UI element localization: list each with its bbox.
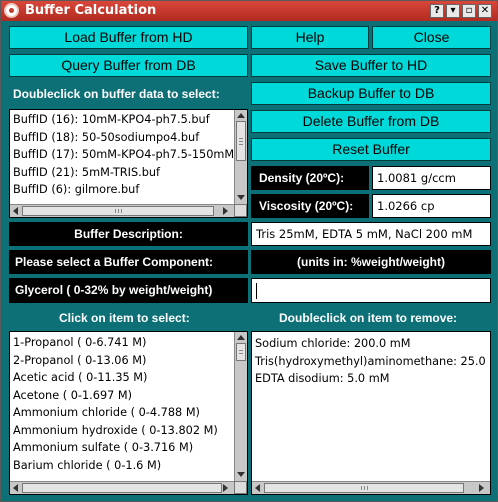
scroll-thumb-horizontal[interactable] — [264, 483, 464, 493]
component-amount-input[interactable] — [251, 278, 491, 303]
scroll-right-icon[interactable] — [479, 484, 484, 492]
buffer-list-item[interactable]: BuffID (17): 50mM-KPO4-ph7.5-150mM — [10, 146, 247, 164]
maximize-icon[interactable]: ▫ — [462, 4, 476, 18]
text-cursor — [256, 282, 257, 299]
buffer-description-field[interactable]: Tris 25mM, EDTA 5 mM, NaCl 200 mM — [251, 222, 491, 246]
scroll-thumb-horizontal[interactable] — [22, 483, 222, 493]
scroll-right-icon[interactable] — [223, 207, 228, 215]
remove-list-horizontal-scrollbar[interactable] — [252, 481, 490, 494]
app-icon — [4, 3, 19, 18]
buffer-list[interactable]: BuffID (16): 10mM-KPO4-ph7.5.buf BuffID (… — [9, 109, 248, 218]
scroll-left-icon[interactable] — [13, 484, 18, 492]
scroll-right-icon[interactable] — [223, 484, 228, 492]
buffer-list-item[interactable]: BuffID (21): 5mM-TRIS.buf — [10, 164, 247, 182]
select-list-vertical-scrollbar[interactable] — [234, 332, 247, 481]
select-list-heading: Click on item to select: — [59, 311, 190, 325]
remove-list-heading: Doubleclick on item to remove: — [279, 311, 458, 325]
scroll-up-icon[interactable] — [237, 113, 245, 118]
component-prompt: Please select a Buffer Component: — [9, 250, 248, 274]
scroll-thumb-horizontal[interactable] — [22, 206, 214, 216]
viscosity-field[interactable]: 1.0266 cp — [372, 194, 491, 218]
buffer-list-horizontal-scrollbar[interactable] — [10, 204, 234, 217]
window-title: Buffer Calculation — [25, 3, 157, 18]
buffer-calculation-window: Buffer Calculation ? ▾ ▫ ✕ Load Buffer f… — [0, 0, 498, 502]
select-list-horizontal-scrollbar[interactable] — [10, 481, 234, 494]
load-buffer-hd-button[interactable]: Load Buffer from HD — [9, 26, 248, 49]
selected-component-item[interactable]: Tris(hydroxymethyl)aminomethane: 25.0 m — [252, 353, 490, 371]
scroll-left-icon[interactable] — [255, 484, 260, 492]
buffer-list-vertical-scrollbar[interactable] — [234, 110, 247, 204]
selected-component-item[interactable]: Sodium chloride: 200.0 mM — [252, 335, 490, 353]
scroll-corner — [234, 204, 247, 217]
viscosity-label: Viscosity (20ºC): — [251, 194, 369, 218]
close-button[interactable]: Close — [372, 26, 491, 49]
buffer-list-heading: Doubleclick on buffer data to select: — [13, 87, 220, 101]
density-label: Density (20ºC): — [251, 166, 369, 190]
component-remove-list[interactable]: Sodium chloride: 200.0 mM Tris(hydroxymet… — [251, 331, 491, 495]
component-list-item[interactable]: 1-Propanol ( 0-6.741 M) — [10, 334, 247, 352]
close-icon[interactable]: ✕ — [478, 4, 492, 18]
component-list-item[interactable]: Barium chloride ( 0-1.6 M) — [10, 457, 247, 475]
minimize-icon[interactable]: ▾ — [446, 4, 460, 18]
selected-component-item[interactable]: EDTA disodium: 5.0 mM — [252, 370, 490, 388]
component-list-item[interactable]: Ammonium chloride ( 0-4.788 M) — [10, 404, 247, 422]
help-button[interactable]: Help — [251, 26, 369, 49]
help-icon[interactable]: ? — [430, 4, 444, 18]
scroll-left-icon[interactable] — [13, 207, 18, 215]
title-bar[interactable]: Buffer Calculation ? ▾ ▫ ✕ — [1, 1, 497, 21]
scroll-down-icon[interactable] — [237, 195, 245, 200]
save-buffer-hd-button[interactable]: Save Buffer to HD — [251, 54, 491, 77]
component-list-item[interactable]: Acetic acid ( 0-11.35 M) — [10, 369, 247, 387]
buffer-description-label: Buffer Description: — [9, 222, 248, 246]
component-list-item[interactable]: 2-Propanol ( 0-13.06 M) — [10, 352, 247, 370]
density-field[interactable]: 1.0081 g/ccm — [372, 166, 491, 190]
scroll-thumb[interactable] — [236, 343, 246, 361]
buffer-list-item[interactable]: BuffID (18): 50-50sodiumpo4.buf — [10, 129, 247, 147]
scroll-corner — [234, 481, 247, 494]
backup-buffer-db-button[interactable]: Backup Buffer to DB — [251, 82, 491, 105]
component-list-item[interactable]: Acetone ( 0-1.697 M) — [10, 387, 247, 405]
component-list-item[interactable]: Ammonium sulfate ( 0-3.716 M) — [10, 439, 247, 457]
query-buffer-db-button[interactable]: Query Buffer from DB — [9, 54, 248, 77]
delete-buffer-db-button[interactable]: Delete Buffer from DB — [251, 110, 491, 133]
component-select-list[interactable]: 1-Propanol ( 0-6.741 M) 2-Propanol ( 0-13… — [9, 331, 248, 495]
component-list-item[interactable]: Ammonium hydroxide ( 0-13.802 M) — [10, 422, 247, 440]
scroll-up-icon[interactable] — [237, 335, 245, 340]
scroll-thumb[interactable] — [236, 121, 246, 161]
units-label: (units in: %weight/weight) — [251, 250, 491, 274]
buffer-list-item[interactable]: BuffID (6): gilmore.buf — [10, 181, 247, 199]
selected-component-label: Glycerol ( 0-32% by weight/weight) — [9, 278, 248, 303]
scroll-down-icon[interactable] — [237, 472, 245, 477]
reset-buffer-button[interactable]: Reset Buffer — [251, 138, 491, 161]
buffer-list-item[interactable]: BuffID (16): 10mM-KPO4-ph7.5.buf — [10, 111, 247, 129]
